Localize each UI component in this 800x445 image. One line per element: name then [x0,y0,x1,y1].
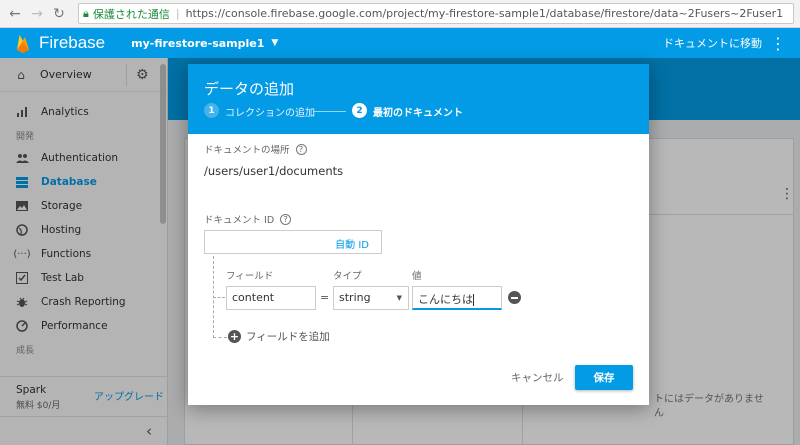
back-icon[interactable]: ← [4,3,26,25]
save-button[interactable]: 保存 [575,365,633,390]
document-path-label: ドキュメントの場所 ? [204,142,307,156]
document-id-label: ドキュメント ID ? [204,212,292,226]
field-value-text: こんにちは [418,293,473,306]
tree-connector [213,337,227,338]
go-to-docs-link[interactable]: ドキュメントに移動 [663,35,762,51]
value-column-label: 値 [412,271,422,282]
help-icon[interactable]: ? [295,143,307,155]
step-2-label: 最初のドキュメント [373,108,463,119]
field-name-input[interactable]: content [226,286,316,310]
step-1-label: コレクションの追加 [225,108,315,119]
text-cursor [473,294,474,306]
equals-sign: = [320,291,330,304]
add-circle-icon: + [228,330,241,343]
cancel-button[interactable]: キャンセル [511,370,564,385]
document-path-label-text: ドキュメントの場所 [204,145,290,156]
chevron-down-icon[interactable]: ▼ [271,38,278,48]
firebase-logo-icon [16,33,30,53]
app-header: Firebase my-firestore-sample1 ▼ ドキュメントに移… [0,28,800,58]
address-bar[interactable]: 🔒︎ 保護された通信 | https://console.firebase.go… [78,3,794,24]
type-column-label: タイプ [333,271,362,282]
url-text: https://console.firebase.google.com/proj… [185,7,784,20]
step-1-number: 1 [204,103,219,118]
lock-icon: 🔒︎ [83,6,89,20]
forward-icon[interactable]: → [26,3,48,25]
address-separator: | [175,7,180,20]
add-field-label: フィールドを追加 [246,331,330,343]
project-selector[interactable]: my-firestore-sample1 [131,37,264,50]
remove-field-icon[interactable] [508,291,521,304]
field-type-value: string [339,291,371,304]
tree-connector [213,297,225,298]
field-value-input[interactable]: こんにちは [412,286,502,310]
add-data-dialog: データの追加 1 コレクションの追加 2 最初のドキュメント ドキュメントの場所… [188,64,649,405]
add-field-button[interactable]: + フィールドを追加 [228,329,330,344]
document-id-label-text: ドキュメント ID [204,215,275,226]
field-type-select[interactable]: string ▼ [333,286,409,310]
auto-id-button[interactable]: 自動 ID [335,236,369,251]
dialog-title: データの追加 [204,80,295,98]
help-icon[interactable]: ? [280,213,292,225]
step-2-number: 2 [352,103,367,118]
dropdown-arrow-icon: ▼ [396,294,402,302]
document-id-input[interactable]: 自動 ID [204,230,382,254]
dialog-header: データの追加 1 コレクションの追加 2 最初のドキュメント [188,64,649,134]
field-column-label: フィールド [226,271,274,282]
brand-name: Firebase [39,33,106,52]
step-connector [314,111,346,112]
more-vert-icon[interactable]: ⋮ [770,34,786,53]
reload-icon[interactable]: ↻ [48,3,70,25]
browser-toolbar: ← → ↻ 🔒︎ 保護された通信 | https://console.fireb… [0,0,800,28]
secure-label: 保護された通信 [92,7,170,21]
document-path-value: /users/user1/documents [204,164,344,178]
